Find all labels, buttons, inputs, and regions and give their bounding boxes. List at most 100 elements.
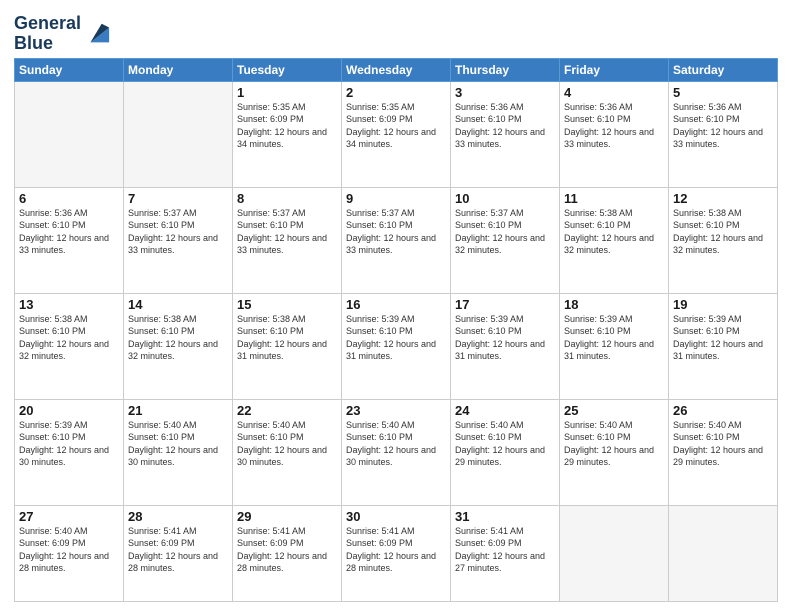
calendar-cell: 4Sunrise: 5:36 AM Sunset: 6:10 PM Daylig…	[560, 81, 669, 187]
day-number: 30	[346, 509, 446, 524]
day-number: 14	[128, 297, 228, 312]
calendar-cell: 30Sunrise: 5:41 AM Sunset: 6:09 PM Dayli…	[342, 505, 451, 601]
day-number: 29	[237, 509, 337, 524]
day-info: Sunrise: 5:37 AM Sunset: 6:10 PM Dayligh…	[128, 207, 228, 257]
day-number: 24	[455, 403, 555, 418]
calendar-cell	[560, 505, 669, 601]
day-number: 21	[128, 403, 228, 418]
calendar-header-tuesday: Tuesday	[233, 58, 342, 81]
day-number: 6	[19, 191, 119, 206]
calendar-week-row: 20Sunrise: 5:39 AM Sunset: 6:10 PM Dayli…	[15, 399, 778, 505]
day-info: Sunrise: 5:39 AM Sunset: 6:10 PM Dayligh…	[564, 313, 664, 363]
calendar-cell: 22Sunrise: 5:40 AM Sunset: 6:10 PM Dayli…	[233, 399, 342, 505]
calendar-header-monday: Monday	[124, 58, 233, 81]
day-info: Sunrise: 5:38 AM Sunset: 6:10 PM Dayligh…	[673, 207, 773, 257]
calendar-cell: 21Sunrise: 5:40 AM Sunset: 6:10 PM Dayli…	[124, 399, 233, 505]
calendar-header-row: SundayMondayTuesdayWednesdayThursdayFrid…	[15, 58, 778, 81]
day-info: Sunrise: 5:38 AM Sunset: 6:10 PM Dayligh…	[564, 207, 664, 257]
day-info: Sunrise: 5:36 AM Sunset: 6:10 PM Dayligh…	[455, 101, 555, 151]
calendar-cell: 25Sunrise: 5:40 AM Sunset: 6:10 PM Dayli…	[560, 399, 669, 505]
day-number: 11	[564, 191, 664, 206]
day-info: Sunrise: 5:41 AM Sunset: 6:09 PM Dayligh…	[346, 525, 446, 575]
day-info: Sunrise: 5:40 AM Sunset: 6:09 PM Dayligh…	[19, 525, 119, 575]
day-info: Sunrise: 5:41 AM Sunset: 6:09 PM Dayligh…	[455, 525, 555, 575]
day-info: Sunrise: 5:37 AM Sunset: 6:10 PM Dayligh…	[346, 207, 446, 257]
day-info: Sunrise: 5:41 AM Sunset: 6:09 PM Dayligh…	[237, 525, 337, 575]
day-info: Sunrise: 5:39 AM Sunset: 6:10 PM Dayligh…	[673, 313, 773, 363]
calendar-cell: 18Sunrise: 5:39 AM Sunset: 6:10 PM Dayli…	[560, 293, 669, 399]
calendar-cell: 20Sunrise: 5:39 AM Sunset: 6:10 PM Dayli…	[15, 399, 124, 505]
day-info: Sunrise: 5:39 AM Sunset: 6:10 PM Dayligh…	[346, 313, 446, 363]
day-number: 17	[455, 297, 555, 312]
calendar-cell: 2Sunrise: 5:35 AM Sunset: 6:09 PM Daylig…	[342, 81, 451, 187]
calendar-cell: 16Sunrise: 5:39 AM Sunset: 6:10 PM Dayli…	[342, 293, 451, 399]
calendar-cell: 6Sunrise: 5:36 AM Sunset: 6:10 PM Daylig…	[15, 187, 124, 293]
calendar-week-row: 13Sunrise: 5:38 AM Sunset: 6:10 PM Dayli…	[15, 293, 778, 399]
day-number: 2	[346, 85, 446, 100]
day-number: 19	[673, 297, 773, 312]
day-number: 23	[346, 403, 446, 418]
day-info: Sunrise: 5:38 AM Sunset: 6:10 PM Dayligh…	[237, 313, 337, 363]
calendar-header-wednesday: Wednesday	[342, 58, 451, 81]
calendar-cell: 7Sunrise: 5:37 AM Sunset: 6:10 PM Daylig…	[124, 187, 233, 293]
calendar-cell	[15, 81, 124, 187]
day-number: 10	[455, 191, 555, 206]
day-number: 7	[128, 191, 228, 206]
day-number: 25	[564, 403, 664, 418]
calendar-header-thursday: Thursday	[451, 58, 560, 81]
day-info: Sunrise: 5:40 AM Sunset: 6:10 PM Dayligh…	[455, 419, 555, 469]
page: General Blue SundayMondayTuesdayWednesda…	[0, 0, 792, 612]
day-number: 15	[237, 297, 337, 312]
calendar-cell: 24Sunrise: 5:40 AM Sunset: 6:10 PM Dayli…	[451, 399, 560, 505]
calendar-header-friday: Friday	[560, 58, 669, 81]
calendar-header-sunday: Sunday	[15, 58, 124, 81]
day-info: Sunrise: 5:39 AM Sunset: 6:10 PM Dayligh…	[19, 419, 119, 469]
day-info: Sunrise: 5:36 AM Sunset: 6:10 PM Dayligh…	[564, 101, 664, 151]
day-number: 12	[673, 191, 773, 206]
calendar-cell: 27Sunrise: 5:40 AM Sunset: 6:09 PM Dayli…	[15, 505, 124, 601]
day-info: Sunrise: 5:35 AM Sunset: 6:09 PM Dayligh…	[346, 101, 446, 151]
day-number: 16	[346, 297, 446, 312]
calendar-cell: 13Sunrise: 5:38 AM Sunset: 6:10 PM Dayli…	[15, 293, 124, 399]
day-info: Sunrise: 5:37 AM Sunset: 6:10 PM Dayligh…	[455, 207, 555, 257]
day-info: Sunrise: 5:40 AM Sunset: 6:10 PM Dayligh…	[564, 419, 664, 469]
day-info: Sunrise: 5:38 AM Sunset: 6:10 PM Dayligh…	[128, 313, 228, 363]
day-number: 1	[237, 85, 337, 100]
calendar-cell: 9Sunrise: 5:37 AM Sunset: 6:10 PM Daylig…	[342, 187, 451, 293]
calendar-cell: 28Sunrise: 5:41 AM Sunset: 6:09 PM Dayli…	[124, 505, 233, 601]
calendar-cell: 3Sunrise: 5:36 AM Sunset: 6:10 PM Daylig…	[451, 81, 560, 187]
calendar-week-row: 1Sunrise: 5:35 AM Sunset: 6:09 PM Daylig…	[15, 81, 778, 187]
calendar-cell	[124, 81, 233, 187]
day-number: 20	[19, 403, 119, 418]
logo-icon	[83, 20, 111, 48]
calendar-cell: 31Sunrise: 5:41 AM Sunset: 6:09 PM Dayli…	[451, 505, 560, 601]
logo: General Blue	[14, 14, 111, 54]
day-info: Sunrise: 5:36 AM Sunset: 6:10 PM Dayligh…	[19, 207, 119, 257]
calendar-week-row: 27Sunrise: 5:40 AM Sunset: 6:09 PM Dayli…	[15, 505, 778, 601]
day-number: 13	[19, 297, 119, 312]
calendar-table: SundayMondayTuesdayWednesdayThursdayFrid…	[14, 58, 778, 602]
day-number: 18	[564, 297, 664, 312]
calendar-cell: 23Sunrise: 5:40 AM Sunset: 6:10 PM Dayli…	[342, 399, 451, 505]
calendar-cell: 29Sunrise: 5:41 AM Sunset: 6:09 PM Dayli…	[233, 505, 342, 601]
calendar-cell: 26Sunrise: 5:40 AM Sunset: 6:10 PM Dayli…	[669, 399, 778, 505]
day-number: 5	[673, 85, 773, 100]
day-number: 28	[128, 509, 228, 524]
day-info: Sunrise: 5:38 AM Sunset: 6:10 PM Dayligh…	[19, 313, 119, 363]
calendar-cell: 14Sunrise: 5:38 AM Sunset: 6:10 PM Dayli…	[124, 293, 233, 399]
header: General Blue	[14, 10, 778, 54]
day-info: Sunrise: 5:39 AM Sunset: 6:10 PM Dayligh…	[455, 313, 555, 363]
day-info: Sunrise: 5:40 AM Sunset: 6:10 PM Dayligh…	[673, 419, 773, 469]
logo-text: General Blue	[14, 14, 81, 54]
calendar-cell: 10Sunrise: 5:37 AM Sunset: 6:10 PM Dayli…	[451, 187, 560, 293]
day-info: Sunrise: 5:35 AM Sunset: 6:09 PM Dayligh…	[237, 101, 337, 151]
calendar-header-saturday: Saturday	[669, 58, 778, 81]
calendar-cell: 5Sunrise: 5:36 AM Sunset: 6:10 PM Daylig…	[669, 81, 778, 187]
calendar-cell	[669, 505, 778, 601]
calendar-cell: 17Sunrise: 5:39 AM Sunset: 6:10 PM Dayli…	[451, 293, 560, 399]
day-number: 8	[237, 191, 337, 206]
day-number: 22	[237, 403, 337, 418]
day-number: 9	[346, 191, 446, 206]
day-number: 3	[455, 85, 555, 100]
calendar-week-row: 6Sunrise: 5:36 AM Sunset: 6:10 PM Daylig…	[15, 187, 778, 293]
